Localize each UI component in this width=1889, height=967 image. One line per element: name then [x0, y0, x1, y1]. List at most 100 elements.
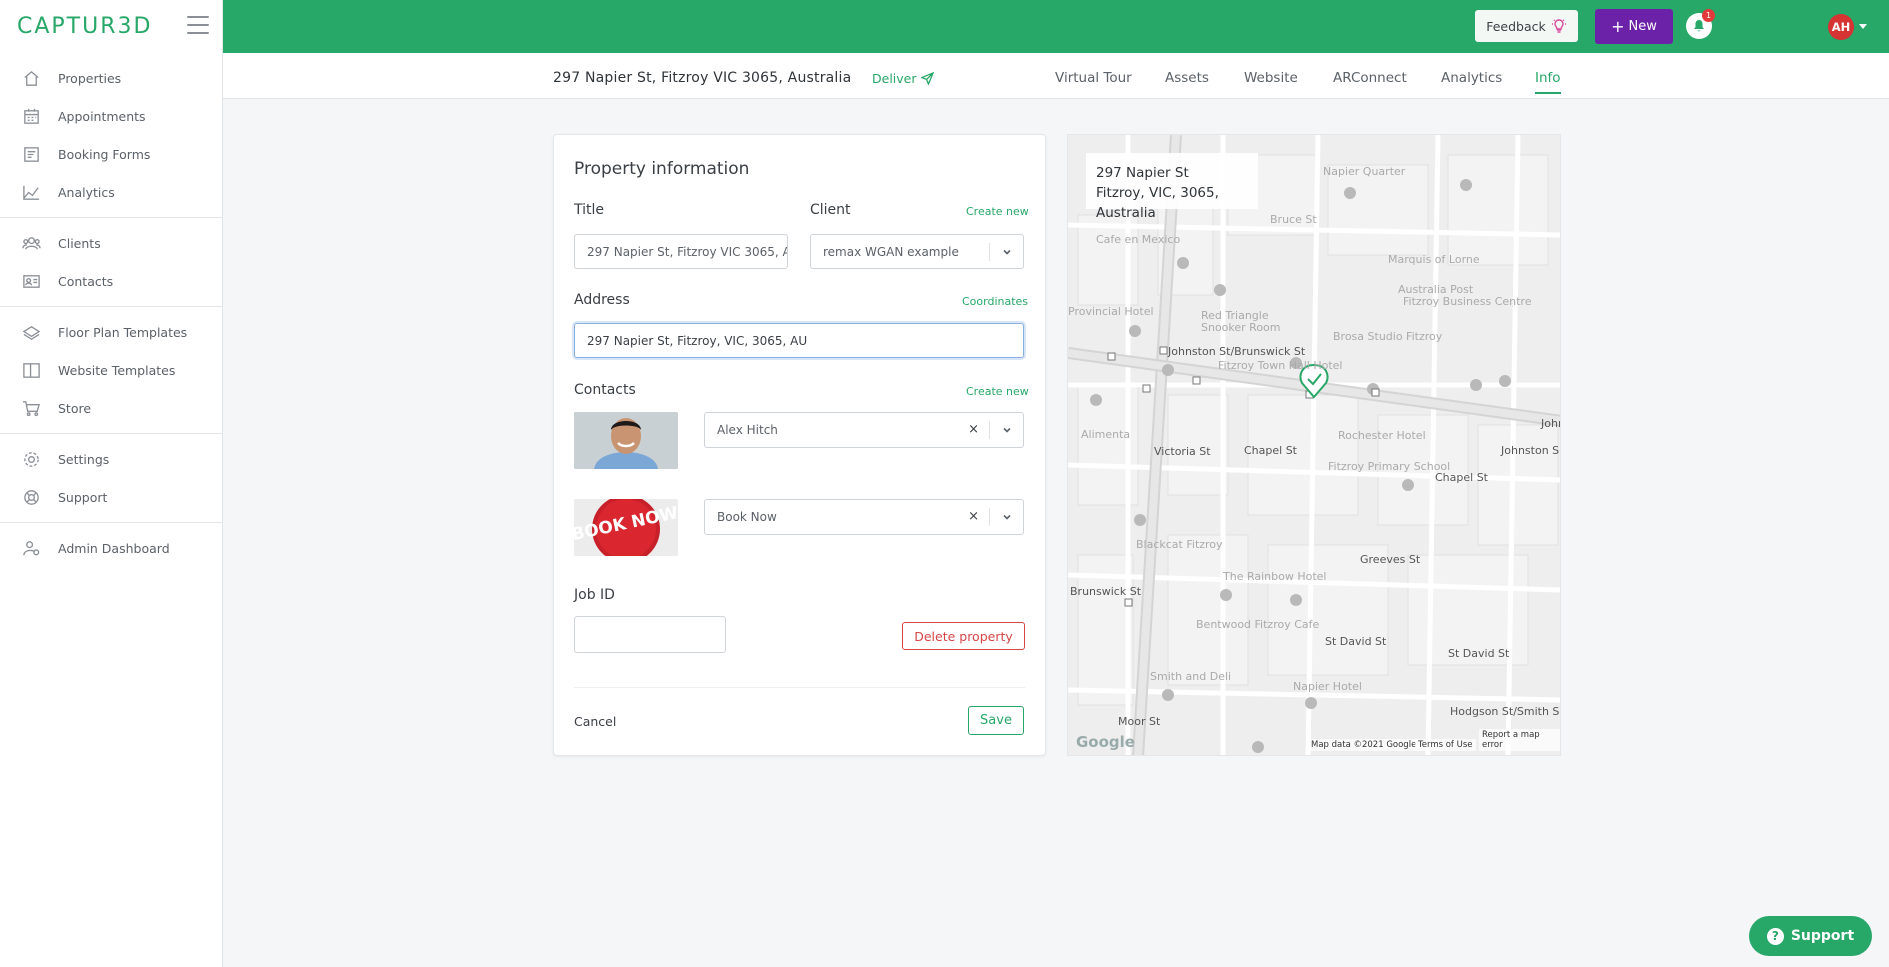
close-icon[interactable]: ×	[968, 509, 979, 524]
sidebar-item-floor-plan-templates[interactable]: Floor Plan Templates	[0, 313, 222, 351]
sidebar-item-label: Booking Forms	[58, 146, 151, 162]
map-label: Blackcat Fitzroy	[1136, 538, 1223, 551]
coordinates-link[interactable]: Coordinates	[962, 295, 1028, 308]
map-streets	[1068, 135, 1560, 755]
save-button[interactable]: Save	[968, 706, 1024, 735]
sidebar-item-booking-forms[interactable]: Booking Forms	[0, 135, 222, 173]
contact-card-icon	[21, 272, 41, 290]
map-view[interactable]: Napier Quarter Marquis of Lorne Australi…	[1067, 134, 1561, 756]
support-chat-button[interactable]: ? Support	[1749, 916, 1872, 956]
map-label: Moor St	[1118, 715, 1161, 728]
home-icon	[21, 69, 41, 87]
sidebar-item-store[interactable]: Store	[0, 389, 222, 427]
map-label: Johnsto	[1541, 417, 1560, 430]
map-label: Johnston St/Brunswick St	[1168, 345, 1306, 358]
sidebar-item-label: Floor Plan Templates	[58, 324, 188, 340]
tab-website[interactable]: Website	[1244, 70, 1298, 92]
map-label: Fitzroy Town Hall Hotel	[1218, 359, 1343, 372]
cart-icon	[21, 399, 41, 417]
new-button[interactable]: + New	[1595, 9, 1673, 44]
property-information-card: Property information Title 297 Napier St…	[553, 134, 1046, 756]
sidebar-item-support[interactable]: Support	[0, 478, 222, 516]
tab-analytics[interactable]: Analytics	[1441, 70, 1502, 92]
map-label: Chapel St	[1244, 444, 1297, 457]
nav-group-templates: Floor Plan Templates Website Templates S…	[0, 307, 222, 434]
delete-property-button[interactable]: Delete property	[902, 622, 1025, 650]
menu-toggle-icon[interactable]	[187, 16, 209, 34]
property-header: 297 Napier St, Fitzroy VIC 3065, Austral…	[223, 53, 1889, 99]
contacts-label: Contacts	[574, 382, 636, 398]
title-input[interactable]: 297 Napier St, Fitzroy VIC 3065, A	[574, 234, 788, 269]
map-label: Victoria St	[1154, 445, 1211, 458]
create-client-link[interactable]: Create new	[966, 205, 1029, 218]
map-label: Fitzroy Business Centre	[1403, 295, 1532, 308]
create-contact-link[interactable]: Create new	[966, 385, 1029, 398]
help-icon: ?	[1766, 927, 1784, 945]
chevron-down-icon[interactable]	[989, 421, 1023, 439]
map-label: Provincial Hotel	[1068, 305, 1154, 318]
sidebar: CAPTUR3D Properties Appointments Booking…	[0, 0, 223, 967]
map-label: Napier Hotel	[1293, 680, 1362, 693]
sidebar-item-settings[interactable]: Settings	[0, 440, 222, 478]
sidebar-item-analytics[interactable]: Analytics	[0, 173, 222, 211]
map-label: Bentwood Fitzroy Cafe	[1196, 618, 1320, 631]
chevron-down-icon[interactable]	[1859, 24, 1867, 29]
sidebar-item-label: Analytics	[58, 184, 115, 200]
map-label: Brosa Studio Fitzroy	[1333, 330, 1443, 343]
chevron-down-icon[interactable]	[989, 508, 1023, 526]
map-label: St David St	[1325, 635, 1387, 648]
address-label: Address	[574, 292, 630, 308]
sidebar-item-appointments[interactable]: Appointments	[0, 97, 222, 135]
gear-icon	[21, 450, 41, 468]
map-label: Alimenta	[1081, 428, 1131, 441]
map-label: Napier Quarter	[1323, 165, 1406, 178]
tab-arconnect[interactable]: ARConnect	[1333, 70, 1407, 92]
admin-user-icon	[21, 539, 41, 557]
map-label: Cafe en Mexico	[1096, 233, 1181, 246]
tab-virtual-tour[interactable]: Virtual Tour	[1055, 70, 1132, 92]
map-data-credit: Map data ©2021 Google	[1308, 739, 1420, 751]
page-title: 297 Napier St, Fitzroy VIC 3065, Austral…	[553, 70, 852, 86]
google-logo[interactable]: Google	[1076, 733, 1135, 751]
close-icon[interactable]: ×	[968, 422, 979, 437]
logo-row: CAPTUR3D	[0, 0, 222, 53]
app-logo[interactable]: CAPTUR3D	[17, 14, 152, 39]
contact-select-1[interactable]: Alex Hitch ×	[704, 412, 1024, 448]
person-avatar-image	[574, 412, 678, 469]
sidebar-item-admin-dashboard[interactable]: Admin Dashboard	[0, 529, 222, 567]
chevron-down-icon[interactable]	[989, 243, 1023, 261]
map-label: Marquis of Lorne	[1388, 253, 1480, 266]
map-terms-link[interactable]: Terms of Use	[1415, 739, 1476, 751]
sidebar-item-label: Settings	[58, 451, 110, 467]
client-select-value: remax WGAN example	[823, 244, 959, 259]
user-avatar[interactable]: AH	[1828, 14, 1854, 40]
deliver-link[interactable]: Deliver	[872, 71, 934, 86]
deliver-label: Deliver	[872, 71, 917, 86]
contact-select-2[interactable]: Book Now ×	[704, 499, 1024, 535]
map-label: Fitzroy Primary School	[1328, 460, 1451, 473]
client-select[interactable]: remax WGAN example	[810, 234, 1024, 269]
sidebar-item-website-templates[interactable]: Website Templates	[0, 351, 222, 389]
contact-photo: BOOK NOW	[574, 499, 678, 556]
send-icon	[920, 72, 934, 85]
new-label: New	[1628, 19, 1657, 34]
cancel-button[interactable]: Cancel	[574, 714, 616, 729]
chart-icon	[21, 183, 41, 201]
sidebar-item-clients[interactable]: Clients	[0, 224, 222, 262]
sidebar-item-label: Appointments	[58, 108, 146, 124]
tab-info[interactable]: Info	[1535, 70, 1561, 94]
sidebar-item-contacts[interactable]: Contacts	[0, 262, 222, 300]
job-id-input[interactable]	[574, 616, 726, 653]
users-icon	[21, 234, 41, 252]
map-label: Johnston S	[1501, 444, 1560, 457]
title-label: Title	[574, 202, 605, 218]
tab-assets[interactable]: Assets	[1165, 70, 1209, 92]
map-label: Snooker Room	[1201, 321, 1281, 334]
contact-name: Book Now	[717, 510, 777, 524]
feedback-button[interactable]: Feedback	[1475, 10, 1578, 42]
map-report-error-link[interactable]: Report a map error	[1479, 729, 1560, 751]
sidebar-item-label: Contacts	[58, 273, 114, 289]
sidebar-item-properties[interactable]: Properties	[0, 59, 222, 97]
map-label: St David St	[1448, 647, 1510, 660]
address-input[interactable]: 297 Napier St, Fitzroy, VIC, 3065, AU	[574, 323, 1024, 358]
